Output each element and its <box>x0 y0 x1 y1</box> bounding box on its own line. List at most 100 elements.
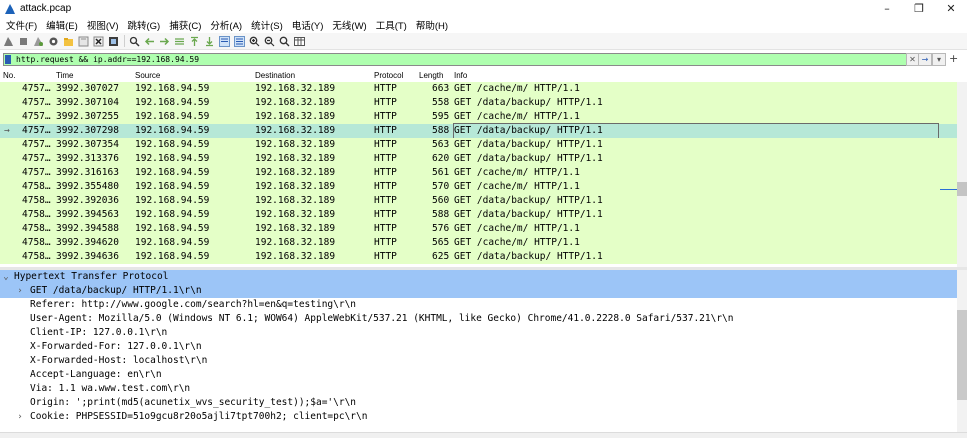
packet-row[interactable]: 4757… 3992.316163 192.168.94.59 192.168.32.… <box>0 166 957 180</box>
detail-field[interactable]: › Cookie: PHPSESSID=51o9gcu8r20o5ajli7tpt… <box>0 410 957 424</box>
cell-info: GET /cache/m/ HTTP/1.1 <box>454 181 580 192</box>
details-scrollbar-thumb[interactable] <box>957 310 967 400</box>
reload-file-icon[interactable] <box>108 36 119 47</box>
zoom-out-icon[interactable] <box>264 36 275 47</box>
column-header-time[interactable]: Time <box>56 71 73 80</box>
cell-info: GET /cache/m/ HTTP/1.1 <box>454 223 580 234</box>
scrollbar-thumb[interactable] <box>957 182 967 196</box>
resize-columns-icon[interactable] <box>294 36 305 47</box>
menu-item[interactable]: 无线(W) <box>328 18 371 32</box>
menu-item[interactable]: 帮助(H) <box>412 18 453 32</box>
menu-item[interactable]: 工具(T) <box>372 18 412 32</box>
packet-row[interactable]: 4757… 3992.313376 192.168.94.59 192.168.32.… <box>0 152 957 166</box>
close-file-icon[interactable] <box>93 36 104 47</box>
cell-length: 563 <box>432 139 450 150</box>
detail-field[interactable]: X-Forwarded-For: 127.0.0.1\r\n <box>0 340 957 354</box>
detail-field[interactable]: Client-IP: 127.0.0.1\r\n <box>0 326 957 340</box>
packet-row[interactable]: 4758… 3992.355480 192.168.94.59 192.168.32.… <box>0 180 957 194</box>
column-header-no[interactable]: No. <box>3 71 15 80</box>
first-packet-icon[interactable] <box>189 36 200 47</box>
cell-source: 192.168.94.59 <box>135 209 210 220</box>
cell-info: GET /cache/m/ HTTP/1.1 <box>454 111 580 122</box>
stop-capture-icon[interactable] <box>18 36 29 47</box>
find-packet-icon[interactable] <box>129 36 140 47</box>
open-file-icon[interactable] <box>63 36 74 47</box>
detail-field[interactable]: X-Forwarded-Host: localhost\r\n <box>0 354 957 368</box>
go-back-icon[interactable] <box>144 36 155 47</box>
cell-no: 4758… <box>22 195 51 206</box>
detail-field[interactable]: › GET /data/backup/ HTTP/1.1\r\n <box>0 284 957 298</box>
expand-chevron-icon[interactable]: › <box>16 284 24 298</box>
bookmark-icon[interactable] <box>5 55 11 64</box>
column-header-destination[interactable]: Destination <box>255 71 295 80</box>
colorize-icon[interactable] <box>234 35 245 47</box>
menu-item[interactable]: 文件(F) <box>2 18 42 32</box>
autoscroll-icon[interactable] <box>219 35 230 47</box>
collapse-chevron-icon[interactable]: ⌄ <box>2 270 10 284</box>
packet-row[interactable]: 4757… 3992.307255 192.168.94.59 192.168.32.… <box>0 110 957 124</box>
column-header-length[interactable]: Length <box>419 71 443 80</box>
save-file-icon[interactable] <box>78 36 89 47</box>
close-button[interactable]: ✕ <box>935 0 967 17</box>
menu-item[interactable]: 视图(V) <box>83 18 124 32</box>
cell-time: 3992.394636 <box>56 251 119 262</box>
packet-row[interactable]: 4758… 3992.394636 192.168.94.59 192.168.32.… <box>0 250 957 264</box>
packet-row[interactable]: 4758… 3992.394588 192.168.94.59 192.168.32.… <box>0 222 957 236</box>
menu-item[interactable]: 编辑(E) <box>42 18 83 32</box>
column-header-info[interactable]: Info <box>454 71 467 80</box>
packet-list-scrollbar[interactable] <box>957 82 967 267</box>
packet-row[interactable]: 4758… 3992.394563 192.168.94.59 192.168.32.… <box>0 208 957 222</box>
zoom-in-icon[interactable] <box>249 36 260 47</box>
detail-field[interactable]: Origin: ';print(md5(acunetix_wvs_securit… <box>0 396 957 410</box>
maximize-button[interactable]: ❐ <box>903 0 935 17</box>
menu-item[interactable]: 分析(A) <box>206 18 247 32</box>
filter-dropdown-button[interactable]: ▾ <box>932 53 946 66</box>
last-packet-icon[interactable] <box>204 36 215 47</box>
detail-protocol-header[interactable]: ⌄ Hypertext Transfer Protocol <box>0 270 957 284</box>
detail-field[interactable]: Via: 1.1 wa.www.test.com\r\n <box>0 382 957 396</box>
cell-info: GET /cache/m/ HTTP/1.1 <box>454 167 580 178</box>
detail-field[interactable]: User-Agent: Mozilla/5.0 (Windows NT 6.1;… <box>0 312 957 326</box>
cell-info: GET /data/backup/ HTTP/1.1 <box>454 209 603 220</box>
expand-chevron-icon[interactable]: › <box>16 410 24 424</box>
packet-row[interactable]: 4757… 3992.307027 192.168.94.59 192.168.32.… <box>0 82 957 96</box>
minimize-button[interactable]: – <box>871 0 903 17</box>
start-capture-icon[interactable] <box>3 36 14 47</box>
cell-time: 3992.355480 <box>56 181 119 192</box>
packet-row[interactable]: 4757… 3992.307354 192.168.94.59 192.168.32.… <box>0 138 957 152</box>
add-filter-button[interactable]: + <box>949 52 958 65</box>
cell-source: 192.168.94.59 <box>135 237 210 248</box>
column-header-protocol[interactable]: Protocol <box>374 71 403 80</box>
packet-map-marker <box>940 189 957 190</box>
menu-item[interactable]: 跳转(G) <box>123 18 165 32</box>
filter-text[interactable]: http.request && ip.addr==192.168.94.59 <box>16 54 199 65</box>
packet-row[interactable]: 4758… 3992.394620 192.168.94.59 192.168.32.… <box>0 236 957 250</box>
cell-no: 4757… <box>22 111 51 122</box>
go-to-packet-icon[interactable] <box>174 36 185 47</box>
cell-destination: 192.168.32.189 <box>255 181 336 192</box>
cell-length: 620 <box>432 153 450 164</box>
column-header-source[interactable]: Source <box>135 71 160 80</box>
cell-destination: 192.168.32.189 <box>255 167 336 178</box>
cell-info: GET /data/backup/ HTTP/1.1 <box>454 153 603 164</box>
packet-row[interactable]: 4757… 3992.307104 192.168.94.59 192.168.32.… <box>0 96 957 110</box>
restart-capture-icon[interactable] <box>33 36 44 47</box>
cell-source: 192.168.94.59 <box>135 97 210 108</box>
details-scrollbar[interactable] <box>957 270 967 433</box>
cell-protocol: HTTP <box>374 111 397 122</box>
capture-options-icon[interactable] <box>48 36 59 47</box>
packet-row-selected[interactable]: → 4757… 3992.307298 192.168.94.59 192.168.32… <box>0 123 957 139</box>
go-forward-icon[interactable] <box>159 36 170 47</box>
cell-info: GET /data/backup/ HTTP/1.1 <box>454 251 603 262</box>
zoom-normal-icon[interactable] <box>279 36 290 47</box>
detail-field[interactable]: Accept-Language: en\r\n <box>0 368 957 382</box>
menu-item[interactable]: 电话(Y) <box>288 18 329 32</box>
cell-destination: 192.168.32.189 <box>255 195 336 206</box>
apply-filter-button[interactable]: → <box>918 53 932 66</box>
menu-item[interactable]: 捕获(C) <box>165 18 206 32</box>
packet-row[interactable]: 4758… 3992.392036 192.168.94.59 192.168.32.… <box>0 194 957 208</box>
detail-field[interactable]: Referer: http://www.google.com/search?hl… <box>0 298 957 312</box>
display-filter-input[interactable]: http.request && ip.addr==192.168.94.59 <box>3 53 907 66</box>
cell-no: 4758… <box>22 209 51 220</box>
menu-item[interactable]: 统计(S) <box>247 18 288 32</box>
